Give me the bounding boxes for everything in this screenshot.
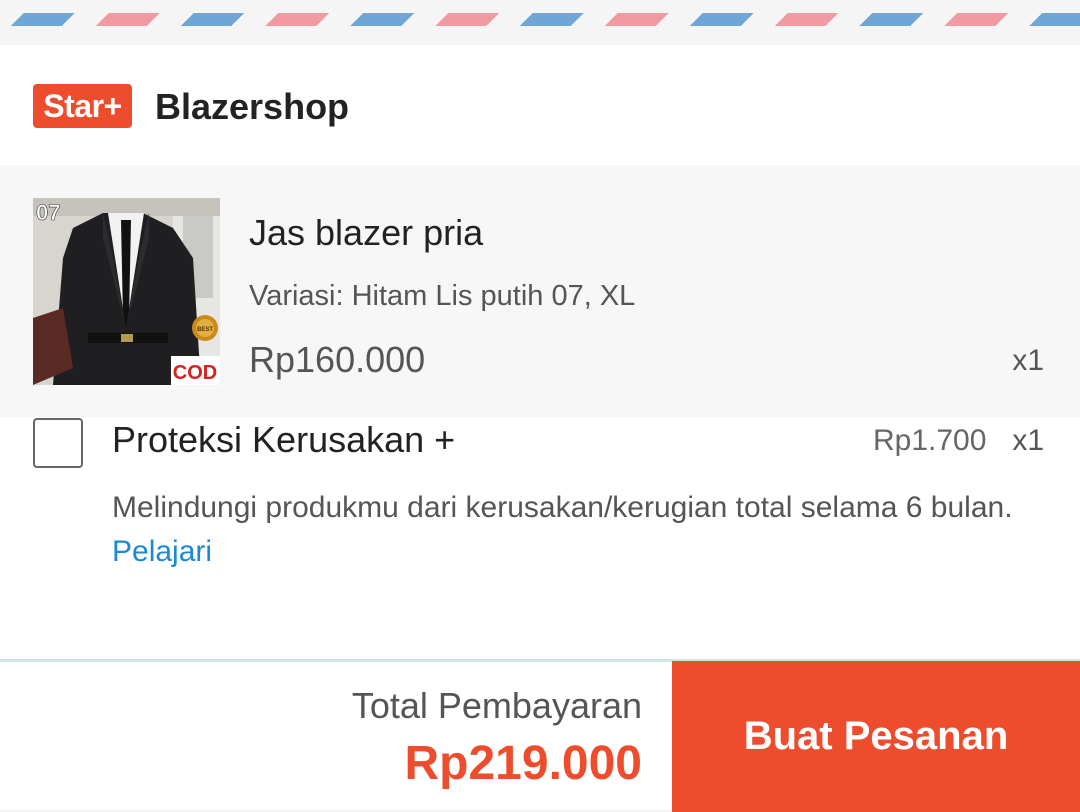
shop-name[interactable]: Blazershop	[155, 85, 349, 129]
product-thumbnail: BEST COD 07	[33, 198, 220, 385]
thumbnail-corner-label: 07	[36, 200, 60, 225]
cod-stamp-label: COD	[173, 362, 217, 384]
airmail-border-mask	[0, 0, 1080, 13]
product-row[interactable]: BEST COD 07 Jas blazer pria Variasi: Hit…	[0, 165, 1080, 417]
protection-title: Proteksi Kerusakan +	[112, 419, 456, 460]
blazer-product-image: BEST COD 07	[33, 198, 220, 385]
shop-header: Star+ Blazershop	[0, 45, 1080, 165]
product-price: Rp160.000	[249, 339, 426, 380]
place-order-button[interactable]: Buat Pesanan	[672, 661, 1080, 812]
protection-quantity: x1	[1012, 424, 1044, 457]
protection-description: Melindungi produkmu dari kerusakan/kerug…	[112, 486, 1042, 574]
protection-checkbox[interactable]	[33, 418, 83, 468]
star-plus-badge: Star+	[33, 84, 132, 128]
total-payment-value: Rp219.000	[404, 737, 643, 790]
product-variant: Variasi: Hitam Lis putih 07, XL	[249, 280, 636, 312]
total-payment-label: Total Pembayaran	[351, 685, 642, 726]
learn-more-link[interactable]: Pelajari	[112, 535, 212, 568]
protection-description-text: Melindungi produkmu dari kerusakan/kerug…	[112, 491, 1013, 524]
product-quantity: x1	[1012, 344, 1044, 377]
product-name: Jas blazer pria	[249, 212, 484, 253]
protection-price: Rp1.700	[873, 424, 987, 457]
checkout-bar: Total Pembayaran Rp219.000 Buat Pesanan	[0, 659, 1080, 812]
best-seal-label: BEST	[197, 327, 213, 333]
